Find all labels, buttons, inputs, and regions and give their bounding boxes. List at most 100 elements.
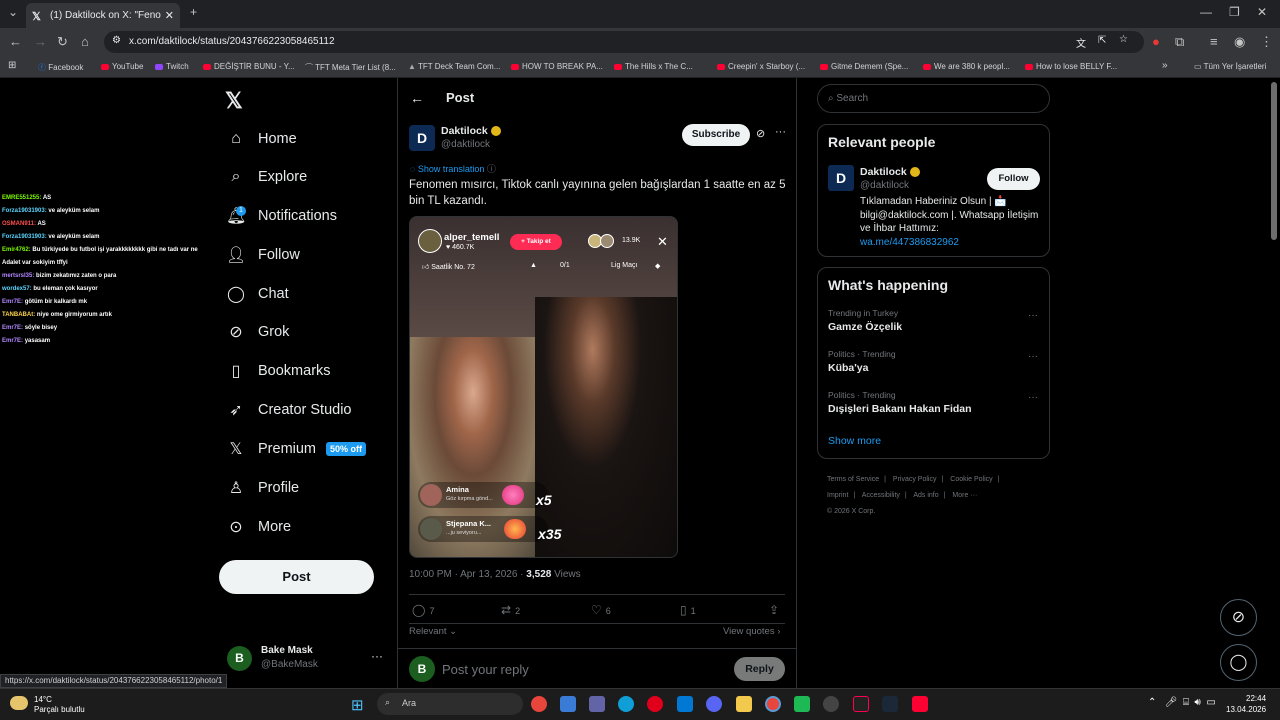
taskbar-search[interactable]: ⌕ Ara	[377, 693, 523, 715]
bookmark-degistir[interactable]: DEĞİŞTİR BUNU - Y...	[203, 62, 295, 71]
minimize-icon[interactable]: —	[1200, 5, 1212, 19]
nav-chat[interactable]: ◯ Chat	[226, 282, 289, 306]
steam-icon[interactable]	[882, 696, 898, 712]
install-icon[interactable]: ⇱	[1098, 35, 1106, 46]
browser-tab[interactable]: 𝕏 (1) Daktilock on X: "Fenomen m ✕	[26, 3, 180, 28]
reply-action[interactable]: ◯ 7	[412, 603, 434, 617]
trend-more-icon[interactable]: ···	[1028, 310, 1038, 321]
bookmark-creepin[interactable]: Creepin' x Starboy (...	[717, 62, 805, 71]
back-arrow-icon[interactable]: ←	[410, 90, 424, 106]
footer-link[interactable]: Imprint	[827, 492, 848, 499]
translate-icon[interactable]: 文	[1076, 35, 1086, 50]
nav-bookmarks[interactable]: ▯ Bookmarks	[226, 359, 331, 383]
account-switcher[interactable]: B Bake Mask @BakeMask ···	[227, 644, 387, 676]
bookmark-tft-deck[interactable]: ▲ TFT Deck Team Com...	[408, 62, 500, 71]
bookmark-how-to-break[interactable]: HOW TO BREAK PA...	[511, 62, 603, 71]
follow-button[interactable]: Follow	[987, 168, 1040, 190]
reply-button[interactable]: Reply	[734, 657, 785, 681]
footer-link[interactable]: Ads info	[913, 492, 938, 499]
avatar[interactable]: D	[828, 165, 854, 191]
reply-input[interactable]: Post your reply	[442, 662, 529, 677]
windows-start-icon[interactable]: ⊞	[351, 696, 364, 714]
trend-item[interactable]: Politics · Trending Dışişleri Bakanı Hak…	[828, 390, 1038, 415]
bookmark-tft-meta[interactable]: ⌒ TFT Meta Tier List (8...	[305, 62, 396, 73]
repost-action[interactable]: ⇄ 2	[501, 603, 520, 617]
post-media-photo[interactable]: alper_temell ♥ 460.7K + Takip et 13.9K ✕…	[409, 216, 678, 558]
clock[interactable]: 22:44 13.04.2026	[1226, 693, 1266, 715]
trend-item[interactable]: Trending in Turkey Gamze Özçelik ···	[828, 308, 1038, 333]
trend-item[interactable]: Politics · Trending Küba'ya ···	[828, 349, 1038, 374]
whatsapp-link[interactable]: wa.me/447386832962	[860, 237, 959, 248]
subscribe-button[interactable]: Subscribe	[682, 124, 750, 146]
nav-follow[interactable]: 👤︎ Follow	[226, 243, 300, 267]
bookmark-twitch[interactable]: Twitch	[155, 62, 189, 71]
window-close-icon[interactable]: ✕	[1257, 5, 1267, 19]
post-more-icon[interactable]: ···	[775, 126, 786, 138]
footer-link[interactable]: Privacy Policy	[893, 476, 937, 483]
mail-icon[interactable]	[677, 696, 693, 712]
teams-icon[interactable]	[589, 696, 605, 712]
search-input[interactable]: ⌕ Search	[817, 84, 1050, 113]
person-handle[interactable]: @daktilock	[860, 180, 909, 191]
footer-link[interactable]: Cookie Policy	[950, 476, 992, 483]
scrollbar[interactable]	[1271, 82, 1277, 240]
bookmark-belly[interactable]: How to lose BELLY F...	[1025, 62, 1117, 71]
bookmark-youtube[interactable]: YouTube	[101, 62, 143, 71]
new-tab-icon[interactable]: +	[190, 5, 197, 19]
messages-fab-icon[interactable]: ◯	[1220, 644, 1257, 681]
app-icon[interactable]	[794, 696, 810, 712]
account-more-icon[interactable]: ···	[371, 649, 383, 663]
bookmark-the-hills[interactable]: The Hills x The C...	[614, 62, 693, 71]
store-icon[interactable]	[560, 696, 576, 712]
nav-creator-studio[interactable]: ➶ Creator Studio	[226, 398, 351, 422]
nav-grok[interactable]: ⊘ Grok	[226, 320, 289, 344]
post-button[interactable]: Post	[219, 560, 374, 594]
x-logo-icon[interactable]: 𝕏	[225, 88, 243, 114]
bookmark-star-icon[interactable]: ☆	[1119, 34, 1128, 45]
person-name[interactable]: Daktilock	[860, 166, 920, 178]
nav-explore[interactable]: ⌕ Explore	[226, 165, 308, 189]
author-avatar[interactable]: D	[409, 125, 435, 151]
reply-sort-dropdown[interactable]: Relevant ⌄	[409, 626, 457, 637]
browser-menu-icon[interactable]: ⋮	[1260, 34, 1273, 50]
bookmark-380k[interactable]: We are 380 k peopl...	[923, 62, 1010, 71]
media-control-icon[interactable]: ≡	[1210, 34, 1218, 49]
settings-icon[interactable]	[823, 696, 839, 712]
file-explorer-icon[interactable]	[736, 696, 752, 712]
footer-link[interactable]: Terms of Service	[827, 476, 879, 483]
footer-link[interactable]: Accessibility	[862, 492, 900, 499]
tab-close-icon[interactable]: ✕	[165, 9, 174, 22]
bookmarks-overflow-icon[interactable]: »	[1162, 60, 1168, 71]
footer-link[interactable]: More ···	[952, 492, 977, 499]
chrome-icon[interactable]	[531, 696, 547, 712]
youtube-icon[interactable]	[912, 696, 928, 712]
url-input[interactable]: ⚙ x.com/daktilock/status/204376622305846…	[104, 31, 1144, 53]
grok-explain-icon[interactable]: ⊘	[756, 127, 765, 140]
forward-icon[interactable]: →	[34, 34, 47, 49]
chrome-active-icon[interactable]	[765, 696, 781, 712]
maximize-icon[interactable]: ❐	[1229, 5, 1240, 19]
bookmark-facebook[interactable]: ⓕ Facebook	[38, 62, 83, 73]
nav-profile[interactable]: ♙ Profile	[226, 476, 299, 500]
nav-more[interactable]: ⊙ More	[226, 515, 291, 539]
trend-more-icon[interactable]: ···	[1028, 392, 1038, 403]
show-more-link[interactable]: Show more	[828, 435, 881, 447]
show-translation-link[interactable]: ◌ Show translation ⓘ	[410, 162, 496, 175]
nav-home[interactable]: ⌂ Home	[226, 127, 297, 151]
extension-red-icon[interactable]: ●	[1152, 34, 1160, 49]
opera-icon[interactable]	[647, 696, 663, 712]
extensions-icon[interactable]: ⧉	[1175, 34, 1184, 50]
share-action[interactable]: ⇪	[769, 603, 783, 617]
author-name[interactable]: Daktilock	[441, 125, 501, 137]
site-info-icon[interactable]: ⚙	[112, 35, 121, 46]
apps-icon[interactable]: ⊞	[8, 60, 16, 71]
bookmark-action[interactable]: ▯ 1	[680, 603, 696, 617]
view-quotes-link[interactable]: View quotes ›	[723, 626, 780, 637]
like-action[interactable]: ♡ 6	[591, 603, 611, 617]
all-bookmarks[interactable]: ▭ Tüm Yer İşaretleri	[1194, 62, 1266, 71]
back-icon[interactable]: ←	[9, 34, 22, 49]
reload-icon[interactable]: ↻	[57, 34, 68, 50]
author-handle[interactable]: @daktilock	[441, 139, 490, 150]
nav-premium[interactable]: 𝕏 Premium 50% off	[226, 437, 367, 461]
system-tray[interactable]: ⌃ 🎤︎ ⌸ 🔊︎ ▭	[1148, 697, 1216, 708]
